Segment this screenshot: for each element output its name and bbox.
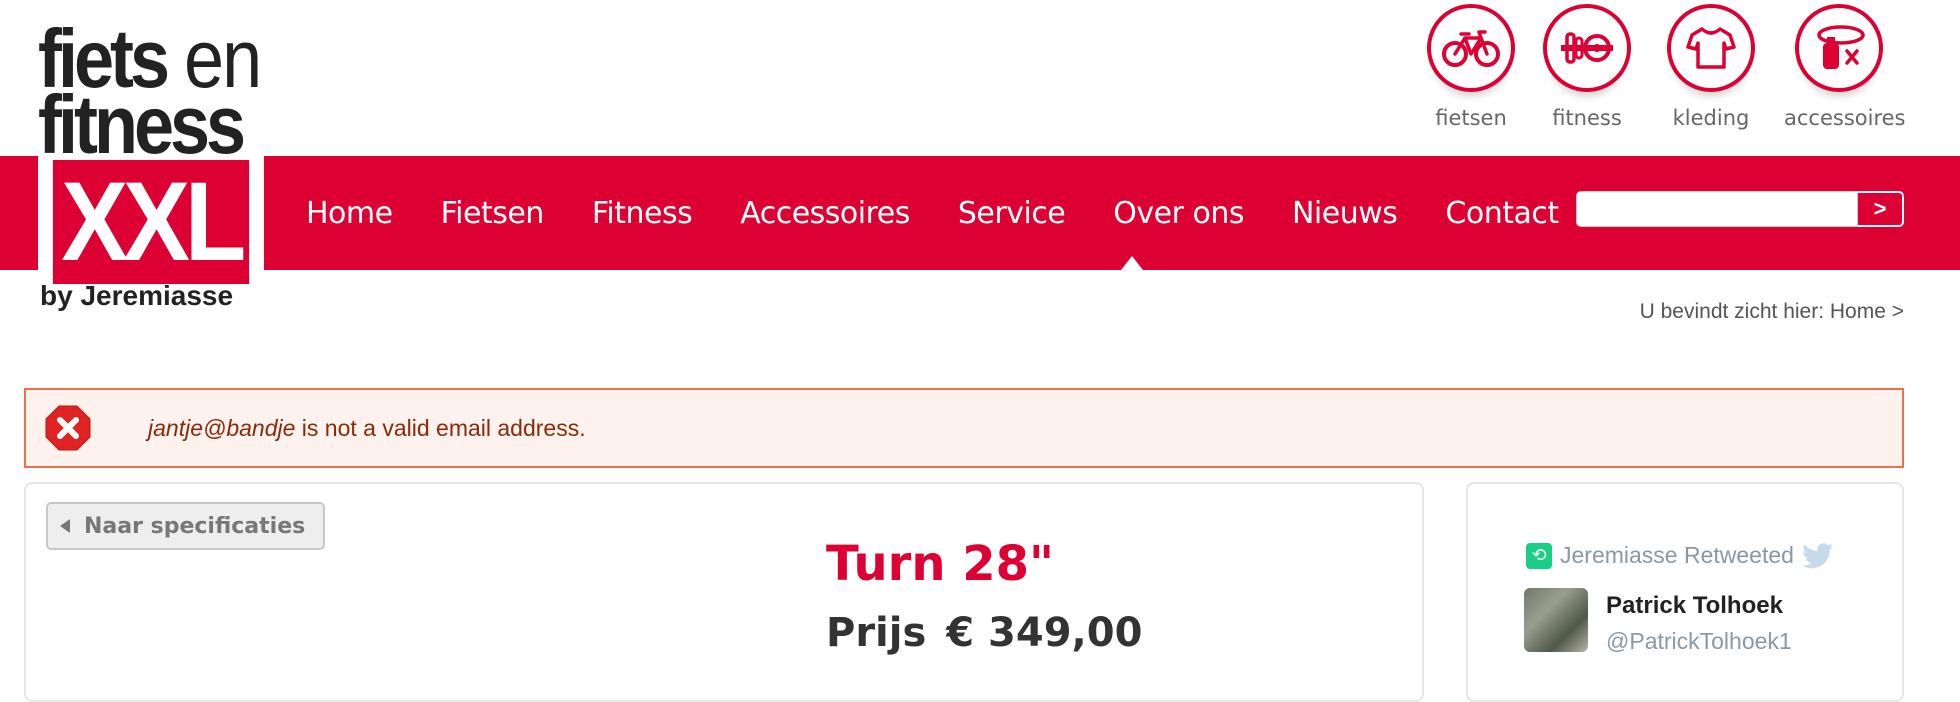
- nav-item-nieuws[interactable]: Nieuws: [1292, 196, 1398, 231]
- active-nav-indicator: [1121, 256, 1143, 270]
- breadcrumb: U bevindt zicht hier: Home >: [1639, 300, 1904, 323]
- nav-item-accessoires[interactable]: Accessoires: [740, 196, 910, 231]
- nav-item-fitness[interactable]: Fitness: [592, 196, 693, 231]
- site-logo[interactable]: fiets en fitness XXL by Jeremiasse: [38, 18, 268, 318]
- alert-message: jantje@bandje is not a valid email addre…: [148, 415, 586, 442]
- nav-item-service[interactable]: Service: [958, 196, 1066, 231]
- accessories-icon: [1795, 4, 1883, 92]
- chevron-left-icon: [60, 519, 70, 533]
- twitter-widget: ⟲ Jeremiasse Retweeted Patrick Tolhoek @…: [1466, 482, 1904, 702]
- category-label: fietsen: [1435, 106, 1507, 130]
- category-fietsen[interactable]: fietsen: [1416, 4, 1526, 130]
- alert-text: is not a valid email address.: [295, 414, 586, 441]
- back-to-specs-button[interactable]: Naar specificaties: [46, 502, 326, 550]
- nav-item-fietsen[interactable]: Fietsen: [441, 196, 545, 231]
- logo-line-2: fitness: [38, 79, 246, 172]
- nav-items: Home Fietsen Fitness Accessoires Service…: [282, 156, 1583, 270]
- category-fitness[interactable]: fitness: [1532, 4, 1642, 130]
- search-box: >: [1576, 191, 1904, 227]
- logo-xxl-box: XXL: [38, 156, 264, 288]
- tweet-author-name[interactable]: Patrick Tolhoek: [1606, 592, 1783, 620]
- error-alert: jantje@bandje is not a valid email addre…: [24, 388, 1904, 468]
- nav-item-over-ons[interactable]: Over ons: [1113, 196, 1244, 231]
- tweet-author-handle[interactable]: @PatrickTolhoek1: [1606, 628, 1792, 655]
- alert-email: jantje@bandje: [148, 414, 296, 441]
- product-price: Prijs € 349,00: [826, 610, 1142, 656]
- category-label: accessoires: [1784, 106, 1906, 130]
- twitter-bird-icon[interactable]: [1802, 542, 1834, 569]
- avatar[interactable]: [1524, 588, 1588, 652]
- category-icons: fietsen fitness kleding accessoires: [0, 0, 1960, 150]
- search-input[interactable]: [1576, 191, 1858, 227]
- price-label: Prijs: [826, 610, 927, 656]
- fitness-icon: [1543, 4, 1631, 92]
- bicycle-icon: [1427, 4, 1515, 92]
- category-label: kleding: [1672, 106, 1750, 130]
- category-kleding[interactable]: kleding: [1656, 4, 1766, 130]
- category-accessoires[interactable]: accessoires: [1784, 4, 1906, 130]
- logo-byline: by Jeremiasse: [40, 280, 234, 311]
- logo-xxl: XXL: [52, 160, 250, 284]
- error-icon: [45, 405, 91, 451]
- price-value: € 349,00: [946, 610, 1143, 656]
- nav-item-contact[interactable]: Contact: [1445, 196, 1559, 231]
- category-label: fitness: [1552, 106, 1622, 130]
- back-button-label: Naar specificaties: [84, 513, 306, 539]
- retweet-icon: ⟲: [1526, 542, 1552, 569]
- retweet-text[interactable]: Jeremiasse Retweeted: [1560, 542, 1794, 569]
- retweet-line: ⟲ Jeremiasse Retweeted: [1526, 542, 1834, 569]
- product-panel: Naar specificaties Turn 28" Prijs € 349,0…: [24, 482, 1424, 702]
- tshirt-icon: [1667, 4, 1755, 92]
- product-title: Turn 28": [826, 536, 1054, 592]
- search-button[interactable]: >: [1858, 191, 1904, 227]
- nav-item-home[interactable]: Home: [306, 196, 393, 231]
